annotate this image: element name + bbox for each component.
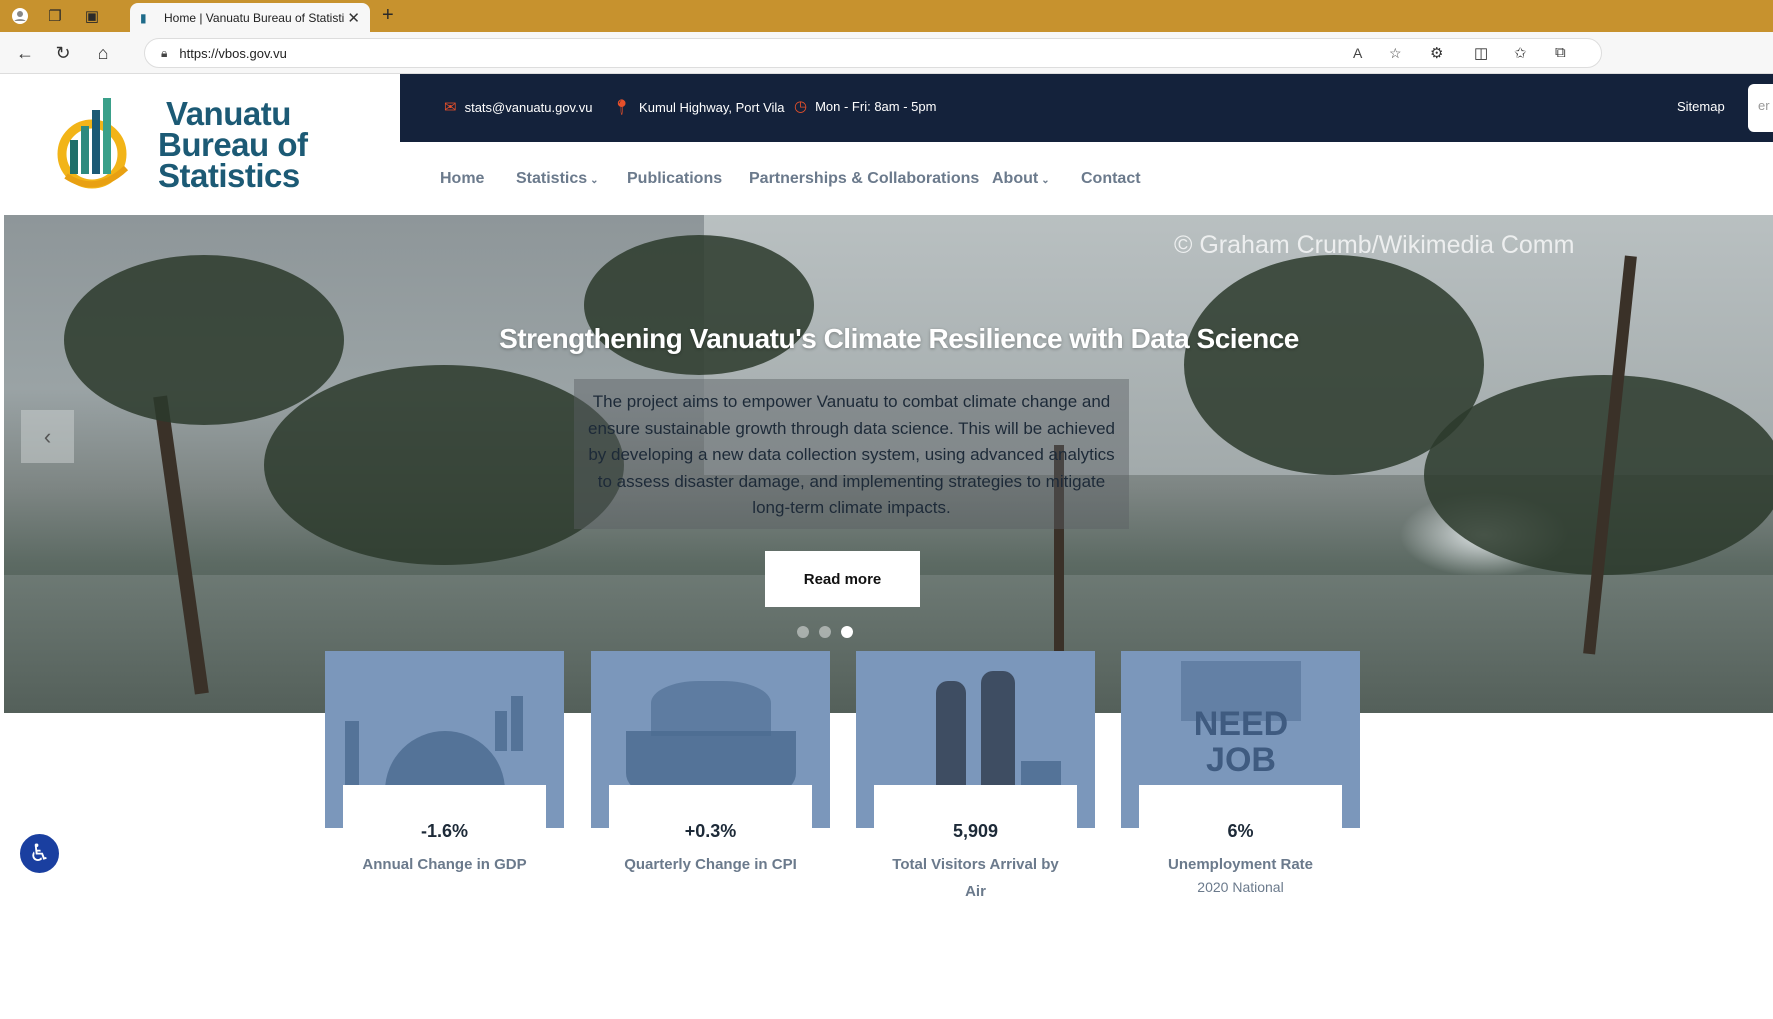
clock-icon: ◷ bbox=[794, 98, 808, 115]
email-text: stats@vanuatu.gov.vu bbox=[464, 99, 593, 115]
stat-card-unemployment[interactable]: NEED JOB 6% Unemployment Rate 2020 Nation… bbox=[1121, 651, 1360, 945]
nav-publications-label: Publications bbox=[627, 170, 723, 187]
hero-slider: © Graham Crumb/Wikimedia Comm Strengthen… bbox=[4, 215, 1773, 713]
nav-about[interactable]: About ⌄ bbox=[992, 170, 1050, 188]
slider-dot-3-active[interactable] bbox=[841, 626, 853, 638]
stat-value: -1.6% bbox=[420, 821, 469, 841]
stat-value: 5,909 bbox=[952, 821, 999, 841]
extensions-icon[interactable]: ⚙ bbox=[1430, 44, 1443, 62]
workspaces-icon[interactable]: ❐ bbox=[43, 4, 67, 28]
site-favicon-icon: ▮ bbox=[140, 11, 147, 25]
lock-icon: 🔒︎ bbox=[161, 45, 168, 60]
search-input[interactable]: er bbox=[1748, 84, 1773, 132]
nav-publications[interactable]: Publications bbox=[627, 170, 722, 188]
stat-card-gdp[interactable]: -1.6% Annual Change in GDP bbox=[325, 651, 564, 945]
home-icon[interactable]: ⌂ bbox=[90, 40, 116, 66]
hours-text: Mon - Fri: 8am - 5pm bbox=[815, 98, 937, 114]
stat-value: +0.3% bbox=[684, 821, 737, 841]
map-pin-icon: 📍︎ bbox=[612, 99, 632, 116]
nav-about-label: About bbox=[992, 170, 1039, 187]
accessibility-button[interactable]: ♿︎ bbox=[18, 832, 61, 875]
website: Vanuatu Bureau of Statistics ✉ stats@van… bbox=[4, 74, 1773, 1019]
close-tab-icon[interactable]: ✕ bbox=[347, 9, 360, 27]
nav-statistics-label: Statistics bbox=[516, 170, 588, 187]
back-icon[interactable]: ← bbox=[12, 40, 38, 66]
stat-card-visitors[interactable]: 5,909 Total Visitors Arrival by Air bbox=[856, 651, 1095, 945]
read-more-button[interactable]: Read more bbox=[765, 551, 920, 607]
favorite-star-icon[interactable]: ☆ bbox=[1389, 45, 1402, 62]
main-navigation: Home Statistics ⌄ Publications Partnershi… bbox=[400, 142, 1773, 215]
split-screen-icon[interactable]: ◫ bbox=[1474, 44, 1488, 62]
site-logo[interactable]: Vanuatu Bureau of Statistics bbox=[4, 74, 400, 215]
hero-title: Strengthening Vanuatu's Climate Resilien… bbox=[499, 323, 1299, 354]
stat-subtitle: 2020 National bbox=[1197, 879, 1284, 895]
envelope-icon: ✉ bbox=[444, 99, 457, 116]
nav-contact-label: Contact bbox=[1081, 170, 1141, 187]
reload-icon[interactable]: ↻ bbox=[50, 40, 76, 66]
address-text: Kumul Highway, Port Vila bbox=[639, 99, 785, 115]
nav-partnerships[interactable]: Partnerships & Collaborations bbox=[749, 170, 979, 188]
address-info: 📍︎ Kumul Highway, Port Vila bbox=[612, 98, 785, 116]
profile-icon[interactable] bbox=[8, 4, 32, 28]
logo-line-3: Statistics bbox=[158, 157, 300, 194]
palm-canopy bbox=[64, 255, 344, 425]
hero-description: The project aims to empower Vanuatu to c… bbox=[588, 392, 1115, 517]
slider-dot-2[interactable] bbox=[819, 626, 831, 638]
stat-label: Total Visitors Arrival by Air bbox=[892, 856, 1059, 900]
browser-tab-bar: ❐ ▣ ▮ Home | Vanuatu Bureau of Statisti … bbox=[0, 0, 1773, 33]
photo-credit: © Graham Crumb/Wikimedia Comm bbox=[1174, 231, 1575, 259]
favorites-icon[interactable]: ✩ bbox=[1514, 44, 1527, 62]
read-aloud-icon[interactable]: A bbox=[1353, 45, 1362, 61]
nav-partnerships-label: Partnerships & Collaborations bbox=[749, 170, 980, 187]
nav-home-label: Home bbox=[440, 170, 485, 187]
chevron-left-icon: ‹ bbox=[43, 423, 52, 449]
nav-statistics[interactable]: Statistics ⌄ bbox=[516, 170, 599, 188]
stat-card-cpi[interactable]: +0.3% Quarterly Change in CPI bbox=[591, 651, 830, 945]
stat-value: 6% bbox=[1227, 821, 1254, 841]
tree-canopy bbox=[264, 365, 624, 565]
address-bar[interactable]: 🔒︎ https://vbos.gov.vu A ☆ bbox=[144, 38, 1602, 68]
logo-chart-icon bbox=[57, 98, 129, 189]
nav-contact[interactable]: Contact bbox=[1081, 170, 1141, 188]
hours-info: ◷ Mon - Fri: 8am - 5pm bbox=[794, 97, 936, 115]
logo-line-1: Vanuatu bbox=[166, 95, 291, 132]
sitemap-link[interactable]: Sitemap bbox=[1677, 99, 1725, 114]
tab-actions-icon[interactable]: ▣ bbox=[80, 4, 104, 28]
browser-toolbar: ← ↻ ⌂ 🔒︎ https://vbos.gov.vu A ☆ ⚙ ◫ ✩ ⧉ bbox=[0, 32, 1773, 74]
slider-prev-button[interactable]: ‹ bbox=[21, 410, 74, 463]
chevron-down-icon: ⌄ bbox=[1041, 175, 1050, 186]
nav-home[interactable]: Home bbox=[440, 170, 484, 188]
top-info-bar: ✉ stats@vanuatu.gov.vu 📍︎ Kumul Highway,… bbox=[400, 74, 1773, 142]
new-tab-icon[interactable]: + bbox=[382, 4, 394, 27]
stat-label: Annual Change in GDP bbox=[362, 856, 527, 873]
logo-text: Vanuatu Bureau of Statistics bbox=[158, 95, 308, 194]
email-link[interactable]: ✉ stats@vanuatu.gov.vu bbox=[444, 98, 592, 116]
url-text: https://vbos.gov.vu bbox=[179, 45, 287, 61]
stat-label: Unemployment Rate bbox=[1167, 856, 1314, 873]
stat-label: Quarterly Change in CPI bbox=[624, 856, 797, 873]
collections-icon[interactable]: ⧉ bbox=[1555, 44, 1566, 61]
accessibility-icon: ♿︎ bbox=[28, 840, 51, 867]
browser-tab-active[interactable]: ▮ Home | Vanuatu Bureau of Statisti ✕ bbox=[130, 3, 370, 33]
chevron-down-icon: ⌄ bbox=[590, 175, 599, 186]
tab-title: Home | Vanuatu Bureau of Statisti bbox=[164, 11, 345, 25]
logo-line-2: Bureau of bbox=[158, 126, 308, 163]
slider-dot-1[interactable] bbox=[797, 626, 809, 638]
